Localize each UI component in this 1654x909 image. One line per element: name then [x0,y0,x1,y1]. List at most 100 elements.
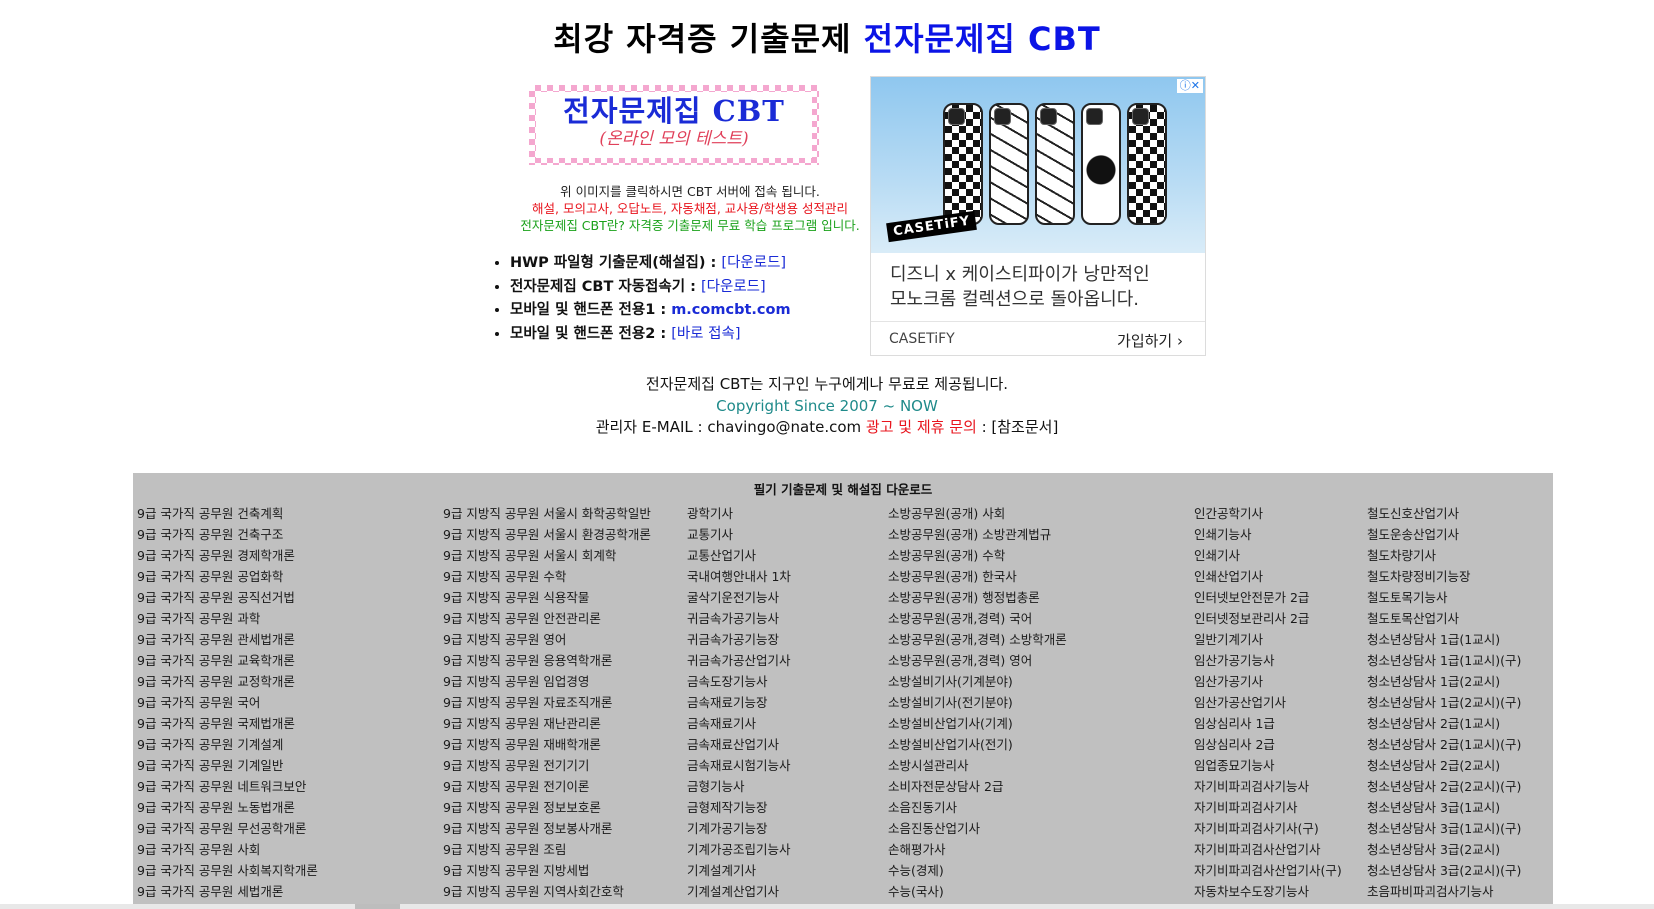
exam-link-item[interactable]: 9급 국가직 공무원 사회 [137,839,318,860]
exam-link-item[interactable]: 기계가공기능장 [687,818,791,839]
exam-link-item[interactable]: 청소년상담사 1급(1교시) [1367,629,1521,650]
exam-link-item[interactable]: 9급 국가직 공무원 노동법개론 [137,797,318,818]
exam-link-item[interactable]: 소방공무원(공개) 수학 [888,545,1067,566]
exam-link-item[interactable]: 9급 지방직 공무원 지역사회간호학 [443,881,651,902]
exam-link-item[interactable]: 9급 국가직 공무원 관세법개론 [137,629,318,650]
exam-link-item[interactable]: 9급 지방직 공무원 재난관리론 [443,713,651,734]
horizontal-scrollbar[interactable] [0,904,1654,909]
exam-link-item[interactable]: 귀금속가공산업기사 [687,650,791,671]
exam-link-item[interactable]: 자기비파괴검사산업기사 [1194,839,1342,860]
exam-link-item[interactable]: 철도토목산업기사 [1367,608,1521,629]
exam-link-item[interactable]: 자기비파괴검사기사(구) [1194,818,1342,839]
exam-link-item[interactable]: 소방설비산업기사(전기) [888,734,1067,755]
exam-link-item[interactable]: 철도신호산업기사 [1367,503,1521,524]
exam-link-item[interactable]: 일반기계기사 [1194,629,1342,650]
exam-link-item[interactable]: 소방설비기사(기계분야) [888,671,1067,692]
exam-link-item[interactable]: 금형기능사 [687,776,791,797]
exam-link-item[interactable]: 임산가공기능사 [1194,650,1342,671]
exam-link-item[interactable]: 9급 국가직 공무원 건축계획 [137,503,318,524]
exam-link-item[interactable]: 금속재료산업기사 [687,734,791,755]
ad-inquiry-link[interactable]: 광고 및 제휴 문의 [866,418,977,436]
exam-link-item[interactable]: 9급 지방직 공무원 서울시 화학공학일반 [443,503,651,524]
exam-link-item[interactable]: 교통기사 [687,524,791,545]
exam-link-item[interactable]: 소방설비산업기사(기계) [888,713,1067,734]
exam-link-item[interactable]: 9급 지방직 공무원 정보보호론 [443,797,651,818]
exam-link-item[interactable]: 9급 지방직 공무원 지방세법 [443,860,651,881]
exam-link-item[interactable]: 9급 국가직 공무원 교정학개론 [137,671,318,692]
exam-link-item[interactable]: 소방공무원(공개,경력) 국어 [888,608,1067,629]
exam-link-item[interactable]: 소방공무원(공개,경력) 소방학개론 [888,629,1067,650]
exam-link-item[interactable]: 청소년상담사 3급(1교시)(구) [1367,818,1521,839]
exam-link-item[interactable]: 9급 국가직 공무원 교육학개론 [137,650,318,671]
exam-link-item[interactable]: 9급 국가직 공무원 국제법개론 [137,713,318,734]
exam-link-item[interactable]: 소음진동기사 [888,797,1067,818]
exam-link-item[interactable]: 인터넷정보관리사 2급 [1194,608,1342,629]
exam-link-item[interactable]: 9급 국가직 공무원 경제학개론 [137,545,318,566]
exam-link-item[interactable]: 청소년상담사 2급(1교시)(구) [1367,734,1521,755]
exam-link-item[interactable]: 9급 국가직 공무원 공업화학 [137,566,318,587]
exam-link-item[interactable]: 금속재료기사 [687,713,791,734]
exam-link-item[interactable]: 철도운송산업기사 [1367,524,1521,545]
ad-signup-button[interactable]: 가입하기 › [1117,330,1183,351]
exam-link-item[interactable]: 9급 지방직 공무원 전기기기 [443,755,651,776]
exam-link-item[interactable]: 광학기사 [687,503,791,524]
exam-link-item[interactable]: 소방공무원(공개) 한국사 [888,566,1067,587]
exam-link-item[interactable]: 소방시설관리사 [888,755,1067,776]
exam-link-item[interactable]: 9급 국가직 공무원 기계일반 [137,755,318,776]
exam-link-item[interactable]: 귀금속가공기능사 [687,608,791,629]
exam-link-item[interactable]: 초음파비파괴검사기능사 [1367,881,1521,902]
exam-link-item[interactable]: 굴삭기운전기능사 [687,587,791,608]
exam-link-item[interactable]: 수능(경제) [888,860,1067,881]
exam-link-item[interactable]: 인쇄산업기사 [1194,566,1342,587]
exam-link-item[interactable]: 기계가공조립기능사 [687,839,791,860]
exam-link-item[interactable]: 인터넷보안전문가 2급 [1194,587,1342,608]
exam-link-item[interactable]: 인쇄기능사 [1194,524,1342,545]
exam-link-item[interactable]: 청소년상담사 1급(1교시)(구) [1367,650,1521,671]
exam-link-item[interactable]: 청소년상담사 3급(1교시) [1367,797,1521,818]
exam-link-item[interactable]: 9급 국가직 공무원 공직선거법 [137,587,318,608]
exam-link-item[interactable]: 9급 국가직 공무원 건축구조 [137,524,318,545]
exam-link-item[interactable]: 국내여행안내사 1차 [687,566,791,587]
exam-link-item[interactable]: 9급 지방직 공무원 서울시 환경공학개론 [443,524,651,545]
exam-link-item[interactable]: 청소년상담사 2급(2교시) [1367,755,1521,776]
exam-link-item[interactable]: 자기비파괴검사기능사 [1194,776,1342,797]
exam-link-item[interactable]: 금속재료시험기능사 [687,755,791,776]
exam-link-item[interactable]: 9급 지방직 공무원 조림 [443,839,651,860]
exam-link-item[interactable]: 9급 국가직 공무원 기계설계 [137,734,318,755]
exam-link-item[interactable]: 임업종묘기능사 [1194,755,1342,776]
exam-link-item[interactable]: 철도토목기능사 [1367,587,1521,608]
exam-link-item[interactable]: 9급 국가직 공무원 과학 [137,608,318,629]
exam-link-item[interactable]: 9급 지방직 공무원 안전관리론 [443,608,651,629]
exam-link-item[interactable]: 9급 지방직 공무원 전기이론 [443,776,651,797]
ad-choices-close-icon[interactable]: ⓘ✕ [1176,79,1203,93]
exam-link-item[interactable]: 교통산업기사 [687,545,791,566]
exam-link-item[interactable]: 소방공무원(공개) 사회 [888,503,1067,524]
cbt-logo-banner[interactable]: 전자문제집 CBT (온라인 모의 테스트) [529,85,819,165]
exam-link-item[interactable]: 9급 지방직 공무원 수학 [443,566,651,587]
exam-link-item[interactable]: 임산가공기사 [1194,671,1342,692]
exam-link-item[interactable]: 기계설계산업기사 [687,881,791,902]
exam-link-item[interactable]: 9급 지방직 공무원 응용역학개론 [443,650,651,671]
exam-link-item[interactable]: 소비자전문상담사 2급 [888,776,1067,797]
exam-link-item[interactable]: 9급 지방직 공무원 자료조직개론 [443,692,651,713]
exam-link-item[interactable]: 철도차량정비기능장 [1367,566,1521,587]
reference-doc-link[interactable]: : [참조문서] [977,418,1059,436]
hwp-download-link[interactable]: [다운로드] [721,255,786,271]
exam-link-item[interactable]: 자동차보수도장기능사 [1194,881,1342,902]
exam-link-item[interactable]: 청소년상담사 2급(1교시) [1367,713,1521,734]
exam-link-item[interactable]: 기계설계기사 [687,860,791,881]
exam-link-item[interactable]: 금속도장기능사 [687,671,791,692]
mobile2-direct-link[interactable]: [바로 접속] [671,326,740,342]
exam-link-item[interactable]: 소방설비기사(전기분야) [888,692,1067,713]
exam-link-item[interactable]: 소방공무원(공개) 소방관계법규 [888,524,1067,545]
exam-link-item[interactable]: 청소년상담사 1급(2교시)(구) [1367,692,1521,713]
exam-link-item[interactable]: 귀금속가공기능장 [687,629,791,650]
exam-link-item[interactable]: 9급 지방직 공무원 영어 [443,629,651,650]
exam-link-item[interactable]: 9급 지방직 공무원 식용작물 [443,587,651,608]
exam-link-item[interactable]: 소방공무원(공개,경력) 영어 [888,650,1067,671]
exam-link-item[interactable]: 9급 국가직 공무원 국어 [137,692,318,713]
exam-link-item[interactable]: 9급 국가직 공무원 네트워크보안 [137,776,318,797]
exam-link-item[interactable]: 청소년상담사 2급(2교시)(구) [1367,776,1521,797]
auto-connector-download-link[interactable]: [다운로드] [701,279,766,295]
advertisement[interactable]: CASETiFY ⓘ✕ 디즈니 x 케이스티파이가 낭만적인 모노크롬 컬렉션으… [870,76,1206,356]
